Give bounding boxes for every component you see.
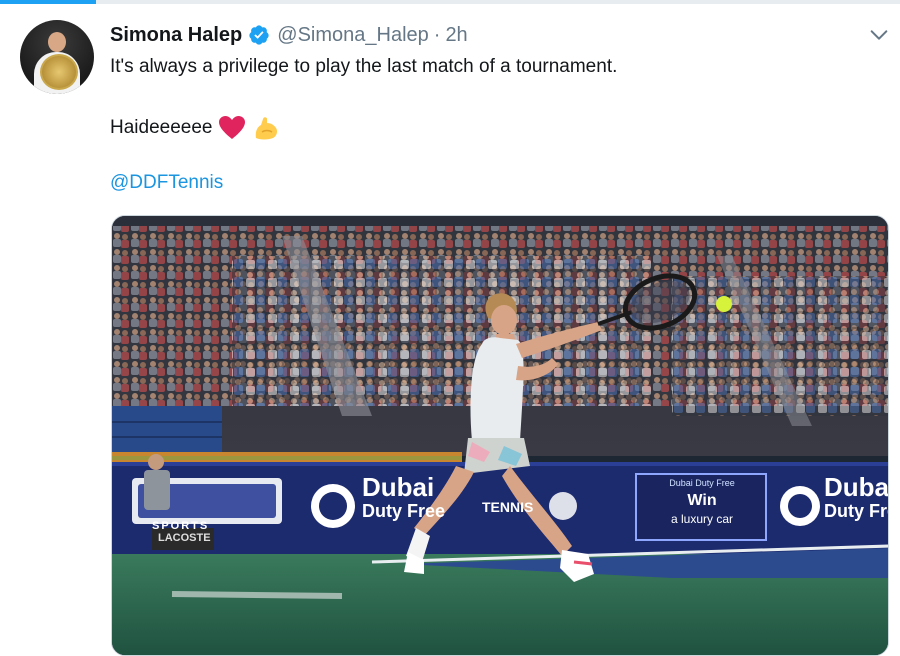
tweet-timestamp[interactable]: 2h [445, 24, 467, 47]
tweet[interactable]: Simona Halep @Simona_Halep · 2h It's alw… [0, 4, 900, 656]
separator-dot: · [433, 23, 441, 46]
verified-badge-icon [249, 25, 269, 45]
ad-sports-text: SPORTS [152, 520, 210, 532]
tweet-text-line-2: Haideeeeee [110, 114, 280, 142]
ad-brand-left: Dubai [362, 472, 435, 502]
ad-promo-title: Dubai Duty Free [669, 478, 735, 488]
flexed-biceps-emoji [256, 117, 278, 140]
chevron-down-icon[interactable] [868, 24, 890, 46]
ad-brand-left-sub: Duty Free [362, 501, 446, 521]
ad-lacoste-text: LACOSTE [158, 532, 211, 544]
avatar-face [48, 32, 66, 52]
tennis-photo-illustration [112, 216, 888, 655]
ad-brand-right-sub: Duty Free [824, 501, 888, 521]
red-heart-emoji [219, 116, 246, 139]
author-handle[interactable]: @Simona_Halep [277, 24, 429, 47]
ad-promo-main: Win [687, 492, 717, 509]
ad-brand-right: Dubai [824, 472, 889, 502]
author-name[interactable]: Simona Halep [110, 24, 242, 47]
avatar-trophy [40, 54, 78, 90]
mention-link[interactable]: @DDFTennis [110, 172, 223, 194]
tweet-photo[interactable]: SPORTS LACOSTE Dubai Duty Free TENNIS Du… [111, 215, 889, 656]
tweet-header: Simona Halep @Simona_Halep · 2h [110, 22, 468, 48]
tweet-text-haide: Haideeeeee [110, 117, 213, 138]
avatar[interactable] [20, 20, 94, 94]
ad-promo-sub: a luxury car [670, 512, 734, 526]
ad-tennis-text: TENNIS [482, 499, 534, 515]
tweet-text-line-1: It's always a privilege to play the last… [110, 56, 618, 77]
